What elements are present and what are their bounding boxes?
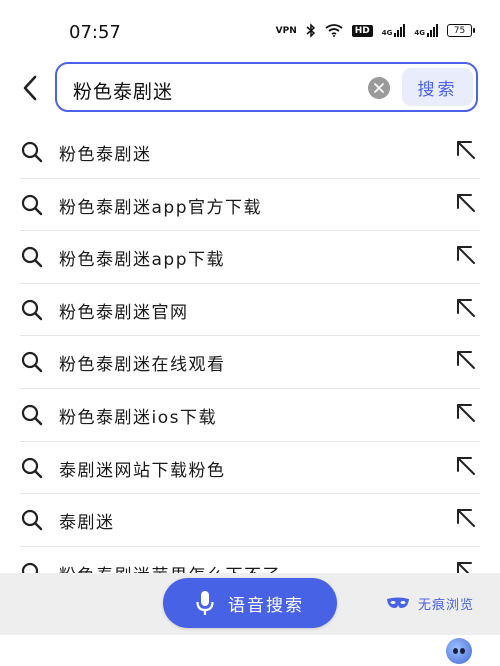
fill-in-arrow-icon[interactable] (455, 349, 477, 371)
suggestion-text: 粉色泰剧迷app官方下载 (59, 197, 262, 218)
signal-icon: 4G (414, 24, 438, 37)
chevron-left-icon (23, 75, 37, 101)
fill-in-arrow-icon[interactable] (455, 139, 477, 161)
incognito-button[interactable]: 无痕浏览 (386, 594, 474, 613)
bluetooth-icon (306, 23, 315, 38)
search-input[interactable]: 粉色泰剧迷 (73, 77, 173, 104)
search-icon (21, 194, 43, 215)
suggestion-item[interactable]: 粉色泰剧迷ios下载 (0, 389, 500, 442)
status-time: 07:57 (69, 22, 121, 43)
suggestion-text: 粉色泰剧迷 (59, 145, 152, 165)
suggestion-item[interactable]: 粉色泰剧迷官网 (0, 284, 500, 337)
fill-in-arrow-icon[interactable] (455, 402, 477, 424)
search-icon (21, 404, 43, 426)
suggestion-text: 粉色泰剧迷官网 (59, 302, 189, 323)
close-icon (374, 83, 384, 93)
search-box[interactable]: 粉色泰剧迷 搜索 (55, 62, 478, 112)
search-icon (21, 141, 43, 163)
voice-search-button[interactable]: 语音搜索 (163, 578, 337, 628)
suggestion-item[interactable]: 粉色泰剧迷在线观看 (0, 336, 500, 389)
suggestion-text: 粉色泰剧迷ios下载 (59, 407, 217, 428)
suggestion-item[interactable]: 粉色泰剧迷 (0, 126, 500, 179)
search-button[interactable]: 搜索 (402, 68, 473, 106)
suggestion-item[interactable]: 粉色泰剧迷app官方下载 (0, 179, 500, 232)
search-icon (21, 457, 43, 478)
fill-in-arrow-icon[interactable] (455, 455, 477, 477)
suggestion-item[interactable]: 泰剧迷 (0, 494, 500, 547)
incognito-mask-icon (387, 597, 409, 608)
bottom-bar: 语音搜索 无痕浏览 (0, 573, 500, 666)
suggestion-item[interactable]: 泰剧迷网站下载粉色 (0, 442, 500, 495)
search-icon (21, 247, 43, 268)
fill-in-arrow-icon[interactable] (455, 507, 477, 529)
clear-button[interactable] (368, 77, 390, 99)
search-icon (21, 510, 43, 531)
suggestion-text: 粉色泰剧迷在线观看 (59, 355, 226, 376)
back-button[interactable] (16, 74, 44, 102)
fill-in-arrow-icon[interactable] (455, 192, 477, 214)
suggestion-text: 粉色泰剧迷app下载 (59, 250, 225, 271)
search-icon (21, 299, 43, 320)
bottom-strip (0, 635, 500, 666)
incognito-label: 无痕浏览 (418, 598, 475, 613)
battery-icon: 75 (447, 24, 475, 37)
wifi-icon (325, 24, 343, 37)
suggestion-text: 泰剧迷 (59, 513, 115, 534)
voice-search-label: 语音搜索 (228, 595, 304, 616)
signal-icon: 4G (382, 24, 406, 37)
suggestion-text: 泰剧迷网站下载粉色 (59, 460, 226, 481)
suggestion-list: 粉色泰剧迷粉色泰剧迷app官方下载 粉色泰剧迷app下载 粉色泰剧迷官网粉色泰剧迷在… (0, 126, 500, 600)
search-row: 粉色泰剧迷 搜索 (0, 62, 500, 114)
vpn-icon: VPN (275, 25, 297, 36)
hd-icon: HD (351, 24, 373, 37)
search-icon (21, 352, 43, 373)
suggestion-item[interactable]: 粉色泰剧迷app下载 (0, 231, 500, 284)
status-bar: 07:57 VPN HD 4G 4G 75 (0, 0, 500, 66)
microphone-icon (196, 591, 214, 615)
network-type-label: 4G (414, 29, 425, 37)
status-icons: VPN HD 4G 4G 75 (275, 23, 475, 38)
assistant-floating-icon[interactable] (446, 638, 472, 664)
network-type-label: 4G (381, 29, 393, 37)
fill-in-arrow-icon[interactable] (455, 297, 477, 319)
fill-in-arrow-icon[interactable] (455, 244, 477, 266)
